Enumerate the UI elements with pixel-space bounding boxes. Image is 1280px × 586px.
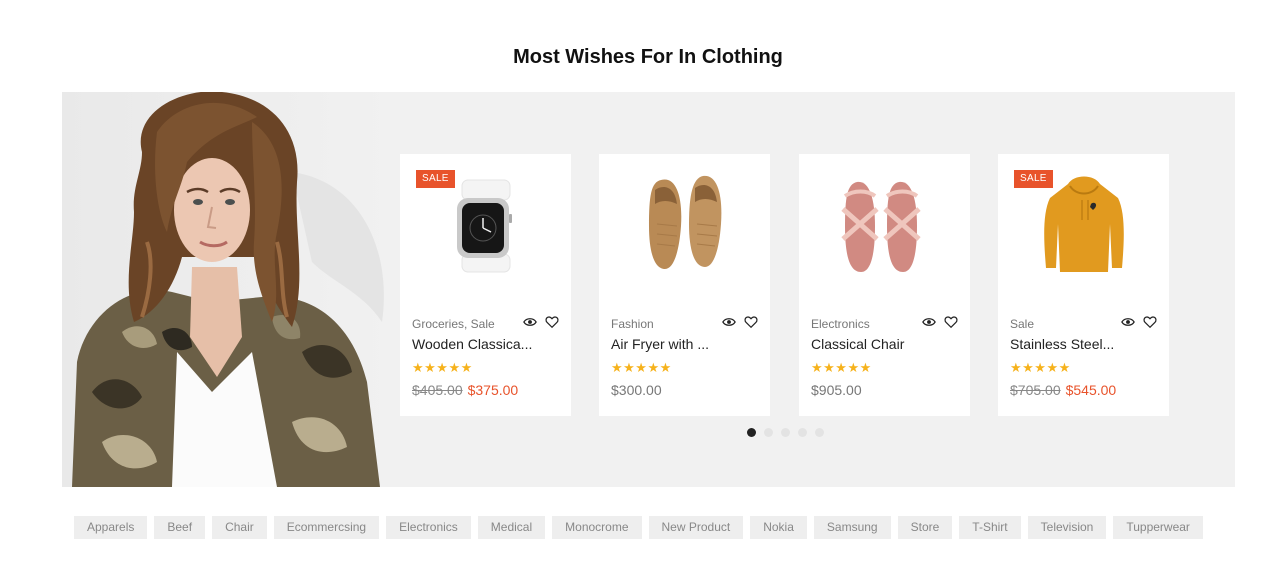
tag-link[interactable]: Television — [1027, 516, 1107, 539]
sale-badge: SALE — [416, 170, 455, 188]
eye-icon[interactable] — [523, 315, 537, 329]
product-price: $705.00 $545.00 — [1010, 382, 1116, 398]
product-name[interactable]: Stainless Steel... — [1010, 336, 1114, 352]
product-category[interactable]: Sale — [1010, 317, 1034, 331]
carousel-pagination — [747, 428, 824, 437]
tag-link[interactable]: Monocrome — [552, 516, 642, 539]
sale-price: $545.00 — [1065, 382, 1117, 398]
tag-link[interactable]: Tupperwear — [1113, 516, 1203, 539]
product-card[interactable]: SALE Sale Stainless Steel... ★★★★★ $705.… — [998, 154, 1169, 416]
product-card[interactable]: Fashion Air Fryer with ... ★★★★★ $300.00 — [599, 154, 770, 416]
tag-link[interactable]: Samsung — [813, 516, 891, 539]
heart-icon[interactable] — [944, 315, 958, 329]
star-rating: ★★★★★ — [1010, 360, 1071, 375]
carousel-dot[interactable] — [781, 428, 790, 437]
tag-link[interactable]: T-Shirt — [959, 516, 1021, 539]
tag-link[interactable]: Beef — [154, 516, 206, 539]
carousel-dot[interactable] — [747, 428, 756, 437]
tag-link[interactable]: Store — [897, 516, 953, 539]
tag-link[interactable]: Nokia — [750, 516, 807, 539]
eye-icon[interactable] — [1121, 315, 1135, 329]
eye-icon[interactable] — [922, 315, 936, 329]
old-price: $405.00 — [412, 382, 463, 398]
carousel-dot[interactable] — [764, 428, 773, 437]
heart-icon[interactable] — [545, 315, 559, 329]
sale-price: $375.00 — [467, 382, 519, 398]
section-title: Most Wishes For In Clothing — [513, 46, 783, 68]
product-image-sandals[interactable] — [799, 154, 970, 304]
product-card[interactable]: Electronics Classical Chair ★★★★★ $905.0… — [799, 154, 970, 416]
product-price: $905.00 — [811, 382, 862, 398]
star-rating: ★★★★★ — [811, 360, 872, 375]
tag-link[interactable]: New Product — [648, 516, 744, 539]
carousel-dot[interactable] — [798, 428, 807, 437]
sale-badge: SALE — [1014, 170, 1053, 188]
regular-price: $300.00 — [611, 382, 662, 398]
product-category[interactable]: Groceries, Sale — [412, 317, 495, 331]
model-image — [62, 92, 392, 487]
tag-link[interactable]: Ecommercsing — [273, 516, 380, 539]
product-category[interactable]: Electronics — [811, 317, 870, 331]
tag-link[interactable]: Apparels — [74, 516, 148, 539]
star-rating: ★★★★★ — [611, 360, 672, 375]
product-name[interactable]: Wooden Classica... — [412, 336, 532, 352]
eye-icon[interactable] — [722, 315, 736, 329]
product-category[interactable]: Fashion — [611, 317, 654, 331]
product-name[interactable]: Air Fryer with ... — [611, 336, 709, 352]
tag-link[interactable]: Chair — [212, 516, 267, 539]
tag-cloud: Apparels Beef Chair Ecommercsing Electro… — [74, 516, 1203, 539]
regular-price: $905.00 — [811, 382, 862, 398]
old-price: $705.00 — [1010, 382, 1061, 398]
carousel-dot[interactable] — [815, 428, 824, 437]
tag-link[interactable]: Medical — [477, 516, 546, 539]
heart-icon[interactable] — [1143, 315, 1157, 329]
tag-link[interactable]: Electronics — [386, 516, 471, 539]
product-name[interactable]: Classical Chair — [811, 336, 904, 352]
product-price: $300.00 — [611, 382, 662, 398]
heart-icon[interactable] — [744, 315, 758, 329]
star-rating: ★★★★★ — [412, 360, 473, 375]
product-price: $405.00 $375.00 — [412, 382, 518, 398]
product-image-loafers[interactable] — [599, 154, 770, 304]
product-card[interactable]: SALE Groceries, Sale Wooden Classica... … — [400, 154, 571, 416]
wishlist-banner: SALE Groceries, Sale Wooden Classica... … — [62, 92, 1235, 487]
